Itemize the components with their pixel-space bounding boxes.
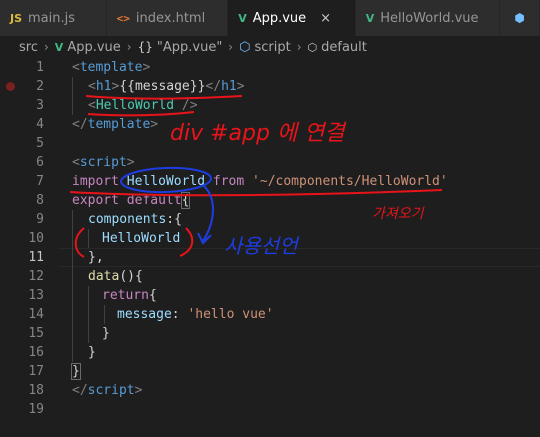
vue-file-icon: V [54,40,64,54]
tab-label: main.js [28,10,76,26]
breadcrumb-section[interactable]: script [254,40,290,55]
line-number: 5 [36,136,44,151]
code-line: 8 export default{ [0,191,540,210]
line-content: } [88,345,96,360]
tab-more[interactable]: ⬢ [500,0,540,36]
tab-app-vue[interactable]: V App.vue × [228,0,356,36]
line-number: 4 [36,117,44,132]
tab-label: HelloWorld.vue [380,10,479,26]
line-content: HelloWorld [102,231,181,246]
code-line: 11 }, [0,248,540,267]
line-number: 14 [28,307,44,322]
code-line: 13 return{ [0,286,540,305]
code-line: 12 data(){ [0,267,540,286]
code-line: 4 </template> [0,115,540,134]
line-content: } [71,363,81,380]
line-number: 13 [28,288,44,303]
editor-tab-bar: JS main.js <> index.html V App.vue × V H… [0,0,540,36]
breadcrumb: src › V App.vue › {} "App.vue" › ⬡ scrip… [0,36,540,58]
tab-index-html[interactable]: <> index.html [106,0,229,36]
cube-icon: ⬡ [239,39,251,55]
line-number: 16 [28,345,44,360]
vue-file-icon: V [365,11,375,25]
code-line: 19 [0,400,540,419]
tab-label: App.vue [252,10,307,26]
code-line: 9 components:{ [0,210,540,229]
tab-label: index.html [135,10,206,26]
line-number: 18 [28,383,44,398]
line-content: import HelloWorld from '~/components/Hel… [72,174,448,189]
line-number: 9 [36,212,44,227]
line-content: </template> [72,117,159,132]
chevron-right-icon: › [126,40,132,54]
line-content: components:{ [88,212,182,227]
html-file-icon: <> [116,11,130,25]
line-number: 6 [36,155,44,170]
code-line: 18 </script> [0,381,540,400]
line-content: } [102,326,110,341]
vue-file-icon: V [238,11,247,25]
code-line: 14 message: 'hello vue' [0,305,540,324]
line-content: <template> [72,60,151,75]
tab-main-js[interactable]: JS main.js [0,0,107,36]
code-line: 6 <script> [0,153,540,172]
line-number: 17 [28,364,44,379]
line-number: 3 [36,98,44,113]
breadcrumb-object[interactable]: "App.vue" [157,40,222,55]
code-line: 17 } [0,362,540,381]
cube-icon: ⬢ [514,11,525,25]
chevron-right-icon: › [296,40,302,54]
close-icon[interactable]: × [320,11,331,26]
breadcrumb-file[interactable]: App.vue [67,40,120,55]
line-content: <h1>{{message}}</h1> [88,79,245,94]
line-content: export default{ [72,192,191,209]
code-editor[interactable]: 1 <template> 2 <h1>{{message}}</h1> 3 <H… [0,58,540,437]
line-content: return{ [102,288,157,303]
code-line: 3 <HelloWorld /> [0,96,540,115]
code-line: 2 <h1>{{message}}</h1> [0,77,540,96]
braces-icon: {} [137,40,153,54]
chevron-right-icon: › [43,40,49,54]
line-content: </script> [72,383,143,398]
line-content: }, [88,250,104,265]
tab-helloworld-vue[interactable]: V HelloWorld.vue [355,0,501,36]
code-line: 15 } [0,324,540,343]
line-content: <HelloWorld /> [88,98,198,113]
code-line: 5 [0,134,540,153]
line-content: <script> [72,155,135,170]
line-content: data(){ [88,269,143,284]
code-line: 10 HelloWorld [0,229,540,248]
cube-icon: ⬡ [307,40,318,54]
code-line: 16 } [0,343,540,362]
chevron-right-icon: › [228,40,234,54]
line-number: 8 [36,193,44,208]
breadcrumb-folder[interactable]: src [19,40,38,55]
line-number: 15 [28,326,44,341]
code-line: 1 <template> [0,58,540,77]
line-number: 2 [36,79,44,94]
line-content: message: 'hello vue' [117,307,274,322]
line-number: 10 [28,231,44,246]
line-number: 19 [28,402,44,417]
line-number: 7 [36,174,44,189]
line-number: 12 [28,269,44,284]
js-file-icon: JS [10,11,23,25]
code-line: 7 import HelloWorld from '~/components/H… [0,172,540,191]
breadcrumb-symbol[interactable]: default [321,40,367,55]
line-number: 1 [36,60,44,75]
line-number: 11 [28,250,44,265]
